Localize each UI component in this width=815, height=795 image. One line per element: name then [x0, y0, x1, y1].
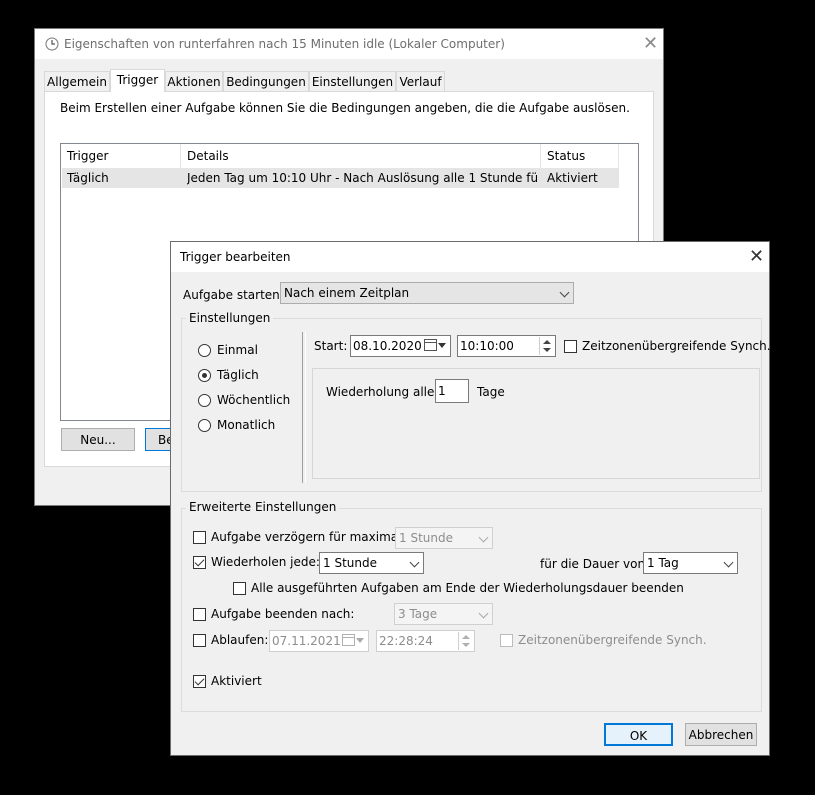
expire-checkbox[interactable] [193, 634, 206, 647]
start-date-picker[interactable]: 08.10.2020 [350, 335, 451, 357]
chevron-down-icon [478, 532, 489, 543]
calendar-icon [424, 339, 437, 351]
title-bar: Eigenschaften von runterfahren nach 15 M… [35, 29, 663, 59]
sync-timezone-label[interactable]: Zeitzonenübergreifende Synch. [582, 339, 771, 353]
dialog-title: Trigger bearbeiten [180, 250, 291, 264]
tab-aktionen[interactable]: Aktionen [165, 71, 223, 91]
cell-trigger: Täglich [67, 171, 109, 185]
advanced-settings-label: Erweiterte Einstellungen [186, 500, 340, 514]
tab-einstellungen[interactable]: Einstellungen [309, 71, 396, 91]
delay-select[interactable]: 1 Stunde [395, 527, 493, 549]
tab-allgemein[interactable]: Allgemein [44, 71, 110, 91]
start-task-value: Nach einem Zeitplan [284, 286, 410, 300]
repeat-days-input[interactable]: 1 [435, 379, 469, 403]
new-button[interactable]: Neu... [61, 428, 135, 451]
cancel-button[interactable]: Abbrechen [685, 723, 757, 746]
expire-sync-checkbox[interactable] [500, 634, 513, 647]
enabled-label[interactable]: Aktiviert [211, 674, 262, 688]
radio-monthly[interactable] [198, 419, 211, 432]
start-task-label: Aufgabe starten: [183, 288, 284, 302]
delay-checkbox[interactable] [193, 531, 206, 544]
stop-after-value: 3 Tage [398, 607, 438, 621]
expire-sync-label[interactable]: Zeitzonenübergreifende Synch. [518, 633, 707, 647]
start-task-select[interactable]: Nach einem Zeitplan [280, 282, 574, 304]
radio-weekly-label[interactable]: Wöchentlich [217, 393, 290, 407]
close-icon[interactable]: ✕ [643, 35, 658, 53]
duration-value: 1 Tag [647, 556, 679, 570]
radio-weekly[interactable] [198, 394, 211, 407]
radio-once-label[interactable]: Einmal [217, 343, 258, 357]
start-time-field[interactable]: 10:10:00 [457, 335, 556, 357]
tab-trigger[interactable]: Trigger [110, 69, 165, 92]
start-label: Start: [314, 339, 348, 353]
repeat-interval-value: 1 Stunde [323, 556, 377, 570]
close-icon[interactable]: ✕ [749, 248, 764, 266]
edit-trigger-dialog: Trigger bearbeiten ✕ Aufgabe starten: Na… [170, 241, 771, 756]
clock-icon [45, 37, 59, 51]
repeat-every-label: Wiederholung alle: [326, 385, 439, 399]
delay-value: 1 Stunde [399, 531, 453, 545]
start-date-value: 08.10.2020 [353, 339, 422, 353]
delay-label[interactable]: Aufgabe verzögern für maximal: [211, 530, 406, 544]
cell-status: Aktiviert [547, 171, 598, 185]
expire-time-field[interactable]: 22:28:24 [376, 630, 475, 652]
dropdown-arrow-icon [438, 343, 446, 348]
repeat-label[interactable]: Wiederholen jede: [211, 555, 320, 569]
dropdown-arrow-icon [356, 638, 364, 643]
radio-daily[interactable] [198, 369, 211, 382]
stop-after-select[interactable]: 3 Tage [394, 603, 493, 625]
time-spinner[interactable] [458, 632, 473, 650]
sync-timezone-checkbox[interactable] [564, 340, 577, 353]
vertical-divider [302, 332, 306, 483]
title-bar: Trigger bearbeiten ✕ [171, 242, 769, 272]
stop-all-checkbox[interactable] [233, 582, 246, 595]
time-spinner[interactable] [539, 337, 554, 355]
radio-once[interactable] [198, 344, 211, 357]
expire-time-value: 22:28:24 [379, 634, 433, 648]
repeat-days-unit: Tage [477, 385, 505, 399]
tab-verlauf[interactable]: Verlauf [396, 71, 445, 91]
tab-bedingungen[interactable]: Bedingungen [223, 71, 309, 91]
chevron-down-icon [478, 608, 489, 619]
start-time-value: 10:10:00 [460, 339, 514, 353]
calendar-icon [342, 634, 355, 646]
repeat-interval-select[interactable]: 1 Stunde [319, 552, 424, 574]
chevron-down-icon [559, 287, 570, 298]
radio-daily-label[interactable]: Täglich [217, 368, 259, 382]
trigger-description: Beim Erstellen einer Aufgabe können Sie … [60, 101, 630, 115]
duration-label: für die Dauer von: [540, 557, 650, 571]
column-header-details[interactable]: Details [181, 144, 541, 168]
stop-after-checkbox[interactable] [193, 608, 206, 621]
column-header-status[interactable]: Status [541, 144, 619, 168]
column-header-trigger[interactable]: Trigger [61, 144, 181, 168]
table-row[interactable]: Täglich Jeden Tag um 10:10 Uhr - Nach Au… [62, 168, 619, 188]
duration-select[interactable]: 1 Tag [643, 552, 738, 574]
repeat-checkbox[interactable] [193, 556, 206, 569]
radio-monthly-label[interactable]: Monatlich [217, 418, 275, 432]
window-title: Eigenschaften von runterfahren nach 15 M… [64, 37, 505, 51]
enabled-checkbox[interactable] [193, 675, 206, 688]
cell-details: Jeden Tag um 10:10 Uhr - Nach Auslösung … [187, 171, 537, 185]
chevron-down-icon [409, 557, 420, 568]
ok-button[interactable]: OK [604, 723, 673, 746]
settings-group-label: Einstellungen [186, 311, 274, 325]
chevron-down-icon [723, 557, 734, 568]
expire-date-picker[interactable]: 07.11.2021 [269, 630, 369, 652]
expire-date-value: 07.11.2021 [272, 634, 341, 648]
expire-label[interactable]: Ablaufen: [211, 633, 268, 647]
stop-after-label[interactable]: Aufgabe beenden nach: [211, 607, 354, 621]
stop-all-label[interactable]: Alle ausgeführten Aufgaben am Ende der W… [251, 581, 684, 595]
